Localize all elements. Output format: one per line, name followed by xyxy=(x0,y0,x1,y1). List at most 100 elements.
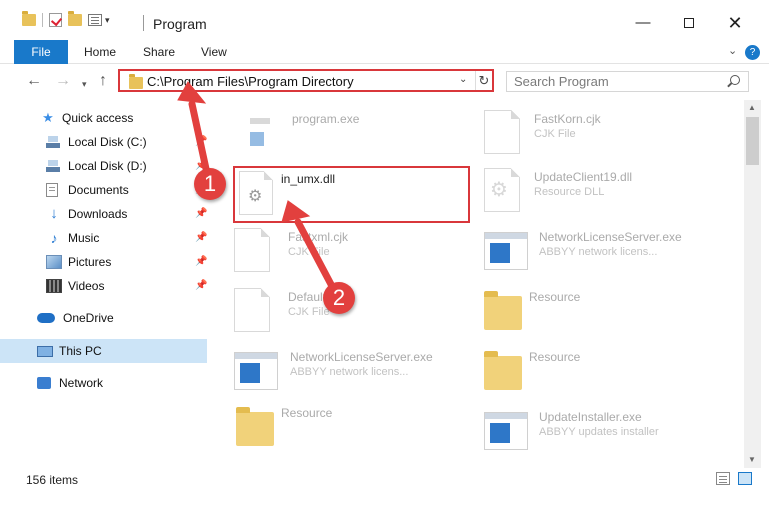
search-icon[interactable] xyxy=(730,75,740,85)
file-list: program.exe FastKorn.cjk CJK File Update… xyxy=(208,100,744,460)
file-item[interactable]: Resource xyxy=(484,344,734,404)
file-item[interactable]: NetworkLicenseServer.exe ABBYY network l… xyxy=(484,224,734,284)
file-name: NetworkLicenseServer.exe xyxy=(290,350,433,364)
file-name: program.exe xyxy=(292,112,360,126)
pin-icon[interactable]: 📌 xyxy=(195,280,207,291)
pin-icon[interactable]: 📌 xyxy=(195,136,207,147)
sidebar-item-label: Documents xyxy=(68,183,129,197)
sidebar-item-local-disk-c[interactable]: Local Disk (C:) xyxy=(46,131,147,153)
search-input[interactable] xyxy=(507,72,722,91)
file-item[interactable]: Default.cjk CJK File xyxy=(234,284,484,344)
customize-toolbar-chevron-icon[interactable]: ▾ xyxy=(105,15,110,26)
pin-icon[interactable]: 📌 xyxy=(195,256,207,267)
file-item[interactable]: NetworkLicenseServer.exe ABBYY network l… xyxy=(234,344,484,404)
tab-file[interactable]: File xyxy=(14,40,68,64)
quick-access-toolbar: ▾ xyxy=(22,11,110,27)
help-icon[interactable]: ? xyxy=(745,45,760,60)
vertical-scrollbar[interactable]: ▲ ▼ xyxy=(744,100,761,468)
sidebar-item-label: Network xyxy=(59,376,104,390)
address-path[interactable]: C:\Program Files\Program Directory xyxy=(147,74,354,89)
maximize-icon xyxy=(684,18,694,28)
file-item[interactable]: Resource xyxy=(484,284,734,344)
file-name: UpdateClient19.dll xyxy=(534,170,633,184)
app-icon xyxy=(484,232,528,270)
properties-icon[interactable] xyxy=(88,14,102,26)
details-view-icon[interactable] xyxy=(716,472,730,485)
file-item[interactable]: UpdateInstaller.exe ABBYY updates instal… xyxy=(484,404,734,460)
expand-ribbon-chevron-icon[interactable]: ⌄ xyxy=(728,44,737,57)
window-title: Program xyxy=(153,16,207,32)
scrollbar-thumb[interactable] xyxy=(746,117,759,165)
sidebar-item-documents[interactable]: Documents xyxy=(46,179,129,201)
sidebar-item-this-pc[interactable]: This PC xyxy=(37,340,102,362)
folder-icon xyxy=(484,351,522,390)
file-description: CJK File xyxy=(288,306,330,318)
file-name: Resource xyxy=(281,406,333,420)
large-icons-view-icon[interactable] xyxy=(738,472,752,485)
recent-locations-chevron-icon[interactable]: ▾ xyxy=(82,76,87,92)
selected-item-highlight xyxy=(0,339,207,363)
sidebar-item-label: This PC xyxy=(59,344,102,358)
app-icon xyxy=(234,352,278,390)
disk-icon xyxy=(46,135,62,149)
videos-icon xyxy=(46,279,62,293)
sidebar-item-label: Quick access xyxy=(62,111,134,125)
file-item[interactable]: FastKorn.cjk CJK File xyxy=(484,106,734,166)
dll-icon xyxy=(484,168,520,212)
sidebar-item-onedrive[interactable]: OneDrive xyxy=(37,307,114,329)
sidebar-item-music[interactable]: ♪ Music xyxy=(46,227,100,249)
file-description: CJK File xyxy=(534,128,576,140)
maximize-button[interactable] xyxy=(666,10,712,36)
pin-icon[interactable]: 📌 xyxy=(195,232,207,243)
sidebar-item-label: Local Disk (D:) xyxy=(68,159,147,173)
file-item[interactable]: Resource xyxy=(236,400,486,460)
new-folder-icon[interactable] xyxy=(68,11,82,26)
scroll-down-arrow-icon[interactable]: ▼ xyxy=(748,455,756,464)
file-description: ABBYY network licens... xyxy=(290,366,409,378)
file-icon xyxy=(484,110,520,154)
navigation-pane: ★ Quick access Local Disk (C:) 📌 Local D… xyxy=(0,100,208,460)
forward-button[interactable]: → xyxy=(55,73,71,89)
tab-share[interactable]: Share xyxy=(143,40,175,64)
toolbar-divider xyxy=(42,13,43,27)
file-icon xyxy=(234,228,270,272)
sidebar-item-network[interactable]: Network xyxy=(37,372,103,394)
tab-home[interactable]: Home xyxy=(84,40,116,64)
step-2-badge: 2 xyxy=(323,282,355,314)
dll-icon xyxy=(239,171,273,215)
back-button[interactable]: ← xyxy=(26,73,42,89)
close-button[interactable]: ✕ xyxy=(712,10,758,36)
refresh-button[interactable]: ↻ xyxy=(475,71,492,90)
sidebar-item-quick-access[interactable]: ★ Quick access xyxy=(40,107,133,129)
tab-view[interactable]: View xyxy=(201,40,227,64)
address-bar[interactable]: C:\Program Files\Program Directory ⌄ ↻ xyxy=(118,69,494,92)
computer-icon xyxy=(37,345,53,357)
file-item[interactable]: UpdateClient19.dll Resource DLL xyxy=(484,164,734,224)
folder-icon xyxy=(236,407,274,446)
address-dropdown-chevron-icon[interactable]: ⌄ xyxy=(459,74,467,85)
music-icon: ♪ xyxy=(50,230,58,246)
file-item[interactable]: program.exe xyxy=(238,106,488,166)
minimize-button[interactable]: — xyxy=(620,10,666,36)
sidebar-item-pictures[interactable]: Pictures xyxy=(46,251,111,273)
file-description: ABBYY network licens... xyxy=(539,246,658,258)
file-name: Fastxml.cjk xyxy=(288,230,348,244)
folder-icon xyxy=(484,291,522,330)
pin-icon[interactable]: 📌 xyxy=(195,208,207,219)
sidebar-item-videos[interactable]: Videos xyxy=(46,275,104,297)
up-button[interactable]: ↑ xyxy=(99,73,107,89)
onedrive-icon xyxy=(37,313,55,323)
scroll-up-arrow-icon[interactable]: ▲ xyxy=(748,103,756,112)
documents-icon xyxy=(46,183,58,197)
file-item[interactable]: Fastxml.cjk CJK File xyxy=(234,224,484,284)
file-name: Resource xyxy=(529,350,581,364)
sidebar-item-downloads[interactable]: ↓ Downloads xyxy=(46,203,127,225)
item-count: 156 items xyxy=(26,473,79,487)
properties-check-icon[interactable] xyxy=(49,13,62,27)
search-box[interactable] xyxy=(506,71,749,92)
sidebar-item-label: Music xyxy=(68,231,100,245)
highlighted-file-item[interactable]: in_umx.dll xyxy=(233,166,470,223)
address-folder-icon xyxy=(129,74,143,89)
sidebar-item-local-disk-d[interactable]: Local Disk (D:) xyxy=(46,155,147,177)
file-name: FastKorn.cjk xyxy=(534,112,601,126)
